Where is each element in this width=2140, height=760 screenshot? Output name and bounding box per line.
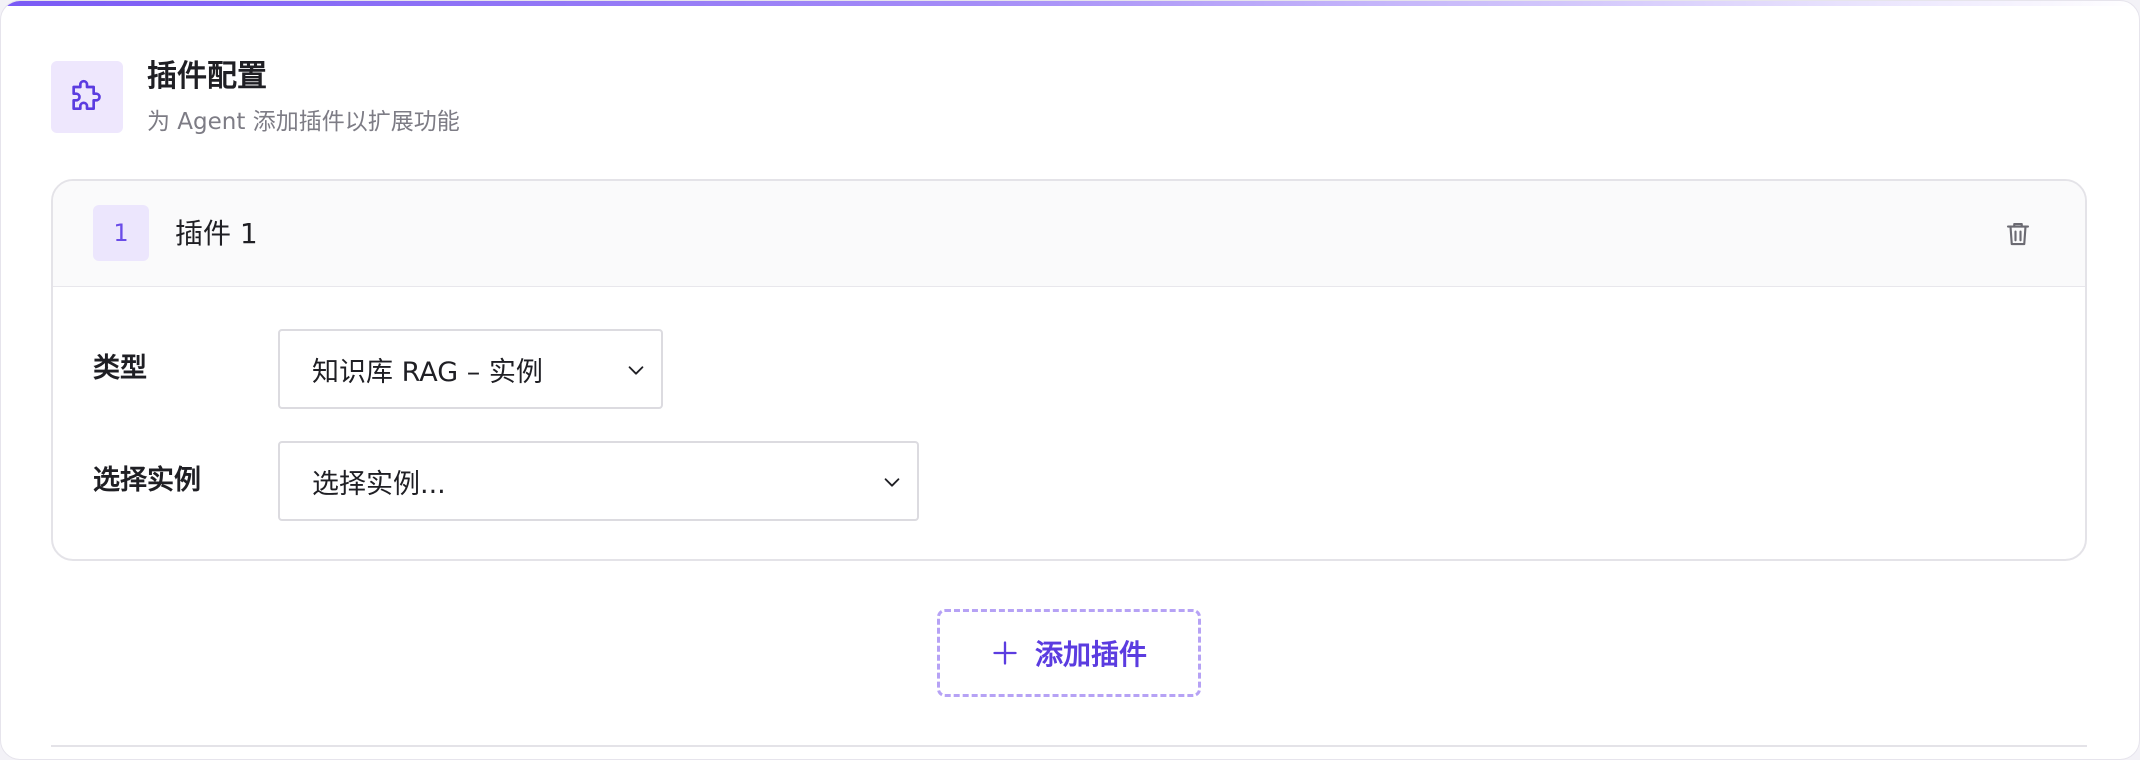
plugin-title: 插件 1 bbox=[175, 217, 258, 250]
panel-accent-bar bbox=[1, 1, 2139, 6]
plugin-card-header: 1 插件 1 bbox=[53, 181, 2085, 287]
plugin-card: 1 插件 1 类型 知识库 RAG – 实例 选择实例 选择实例... bbox=[51, 179, 2087, 561]
chevron-down-icon bbox=[884, 478, 900, 487]
trash-icon bbox=[2006, 222, 2030, 246]
instance-select-placeholder: 选择实例... bbox=[312, 468, 446, 500]
type-select-value: 知识库 RAG – 实例 bbox=[312, 356, 543, 388]
bottom-divider bbox=[51, 745, 2087, 747]
add-plugin-label: 添加插件 bbox=[1034, 638, 1147, 671]
plugin-config-panel: 插件配置 为 Agent 添加插件以扩展功能 1 插件 1 类型 知识库 RAG… bbox=[0, 0, 2140, 760]
plugin-index-badge: 1 bbox=[93, 205, 149, 261]
delete-plugin-button[interactable] bbox=[2001, 217, 2035, 251]
add-plugin-button[interactable]: 添加插件 bbox=[937, 609, 1201, 697]
chevron-down-icon bbox=[628, 366, 644, 375]
section-title: 插件配置 bbox=[147, 59, 267, 94]
instance-label: 选择实例 bbox=[93, 465, 201, 496]
puzzle-icon bbox=[72, 79, 101, 110]
plus-icon bbox=[993, 641, 1017, 665]
instance-select[interactable]: 选择实例... bbox=[278, 441, 919, 521]
type-label: 类型 bbox=[93, 353, 147, 384]
section-subtitle: 为 Agent 添加插件以扩展功能 bbox=[147, 109, 460, 135]
section-icon-box bbox=[51, 61, 123, 133]
type-select[interactable]: 知识库 RAG – 实例 bbox=[278, 329, 663, 409]
